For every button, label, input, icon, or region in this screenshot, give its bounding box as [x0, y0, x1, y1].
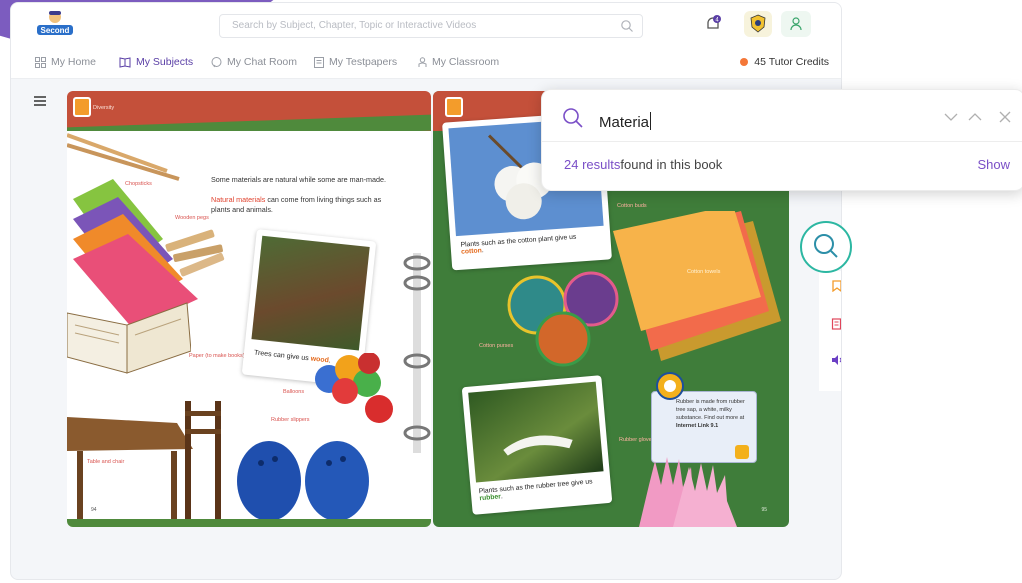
chevron-up-icon[interactable]	[968, 110, 982, 124]
page-footer-band	[67, 519, 431, 527]
info-text: Rubber is made from rubber tree sap, a w…	[676, 399, 745, 421]
classroom-icon	[418, 56, 427, 67]
label-table-chair: Table and chair	[87, 459, 125, 465]
label-cotton-towels: Cotton towels	[687, 269, 721, 275]
hamburger-menu-icon[interactable]	[33, 95, 47, 107]
balloons-illustration	[315, 353, 393, 423]
label-cotton-purses: Cotton purses	[479, 343, 514, 349]
svg-text:Second: Second	[41, 26, 70, 35]
logo[interactable]: Second	[33, 9, 77, 41]
chevron-down-icon[interactable]	[944, 110, 958, 124]
caption-text: Trees can give us	[253, 349, 311, 363]
info-badge-icon	[656, 372, 684, 400]
top-bar: Second Search by Subject, Chapter, Topic…	[11, 3, 841, 47]
page-header-label: Diversity	[93, 105, 115, 111]
caption-end: .	[481, 247, 484, 255]
caption-highlight: rubber	[479, 493, 502, 503]
search-results-summary: 24 resultsfound in this book	[564, 157, 722, 172]
search-in-book-button[interactable]	[800, 221, 852, 273]
nav-label: My Classroom	[432, 56, 500, 68]
nav-label: My Chat Room	[227, 56, 298, 68]
search-query-text: Materia	[599, 114, 650, 131]
nav-item-my-classroom[interactable]: My Classroom	[418, 56, 499, 68]
close-icon[interactable]	[998, 110, 1012, 124]
tutor-credits[interactable]: 45 Tutor Credits	[740, 56, 829, 68]
label-paper: Paper (to make books)	[189, 353, 245, 359]
notes-icon[interactable]	[831, 318, 842, 330]
user-icon	[790, 17, 802, 31]
rubber-tree-image	[468, 381, 604, 483]
nav-item-my-testpapers[interactable]: My Testpapers	[314, 56, 397, 68]
chopsticks-illustration	[67, 133, 180, 181]
label-cotton-buds: Cotton buds	[617, 203, 647, 209]
audio-icon[interactable]	[831, 354, 842, 366]
book-page-left: Diversity Some materials are natural whi…	[67, 91, 431, 527]
crest-icon	[750, 14, 766, 33]
grid-icon	[35, 56, 46, 68]
rubber-gloves-illustration	[639, 457, 737, 527]
rubber-caption: Plants such as the rubber tree give us r…	[479, 477, 604, 502]
user-profile-button[interactable]	[781, 11, 811, 37]
search-placeholder: Search by Subject, Chapter, Topic or Int…	[232, 20, 477, 31]
nav-label: My Home	[51, 56, 96, 68]
nav-label: My Subjects	[136, 56, 194, 68]
search-icon[interactable]	[620, 19, 634, 33]
testpaper-icon	[314, 56, 324, 68]
page-number-right: 95	[761, 507, 767, 513]
wooden-pegs-illustration	[165, 229, 225, 277]
credits-label: 45 Tutor Credits	[754, 56, 829, 68]
wood-photo-image	[251, 235, 370, 351]
nav-label: My Testpapers	[329, 56, 398, 68]
cotton-caption: Plants such as the cotton plant give us …	[460, 232, 601, 256]
nav-item-my-home[interactable]: My Home	[35, 56, 96, 68]
caption-text: Plants such as the rubber tree give us	[478, 478, 593, 496]
cotton-purses-illustration	[507, 271, 619, 367]
info-link[interactable]: Internet Link 9.1	[676, 423, 718, 429]
rubber-slippers-illustration	[237, 441, 369, 521]
results-count: 24 results	[564, 157, 621, 172]
search-input-row[interactable]: Materia	[542, 90, 1022, 142]
main-nav: My Home My Subjects My Chat Room My Test…	[11, 47, 841, 79]
page-bookmark-icon[interactable]	[445, 97, 463, 117]
results-suffix: found in this book	[620, 157, 723, 172]
chat-icon	[211, 56, 222, 67]
intro-text: Some materials are natural while some ar…	[211, 175, 387, 215]
label-balloons: Balloons	[283, 389, 305, 395]
rubber-tree-photo: Plants such as the rubber tree give us r…	[461, 375, 613, 515]
page-body: Some materials are natural while some ar…	[67, 131, 431, 521]
caption-end: .	[500, 493, 504, 501]
open-book-illustration	[67, 302, 191, 374]
book-icon	[119, 56, 131, 68]
cotton-towels-illustration	[613, 211, 781, 361]
nav-item-my-chat-room[interactable]: My Chat Room	[211, 56, 297, 68]
credits-dot-icon	[740, 58, 749, 66]
search-icon	[563, 108, 583, 128]
info-box-text: Rubber is made from rubber tree sap, a w…	[676, 398, 754, 430]
intro-line-1: Some materials are natural while some ar…	[211, 175, 386, 184]
school-avatar[interactable]	[744, 11, 772, 37]
search-in-book-panel: Materia 24 resultsfound in this book Sho…	[541, 89, 1022, 191]
global-search-input[interactable]: Search by Subject, Chapter, Topic or Int…	[219, 14, 643, 38]
bookmark-icon[interactable]	[831, 280, 842, 292]
label-rubber-gloves: Rubber gloves	[619, 437, 655, 443]
notification-bell-icon[interactable]: 4	[704, 15, 722, 33]
caption-highlight: cotton	[460, 247, 483, 256]
nav-item-my-subjects[interactable]: My Subjects	[119, 56, 193, 68]
caption-text: Plants such as the cotton plant give us	[460, 233, 577, 249]
show-results-link[interactable]: Show	[977, 157, 1010, 172]
rubber-sap-illustration	[503, 435, 573, 456]
page-number-left: 94	[91, 507, 97, 513]
magnifier-icon	[814, 234, 838, 258]
intro-highlight: Natural materials	[211, 195, 266, 204]
search-query-field[interactable]: Materia	[599, 112, 652, 131]
text-caret	[650, 112, 652, 130]
page-bookmark-icon[interactable]	[73, 97, 91, 117]
binder-rings-illustration	[403, 253, 431, 453]
